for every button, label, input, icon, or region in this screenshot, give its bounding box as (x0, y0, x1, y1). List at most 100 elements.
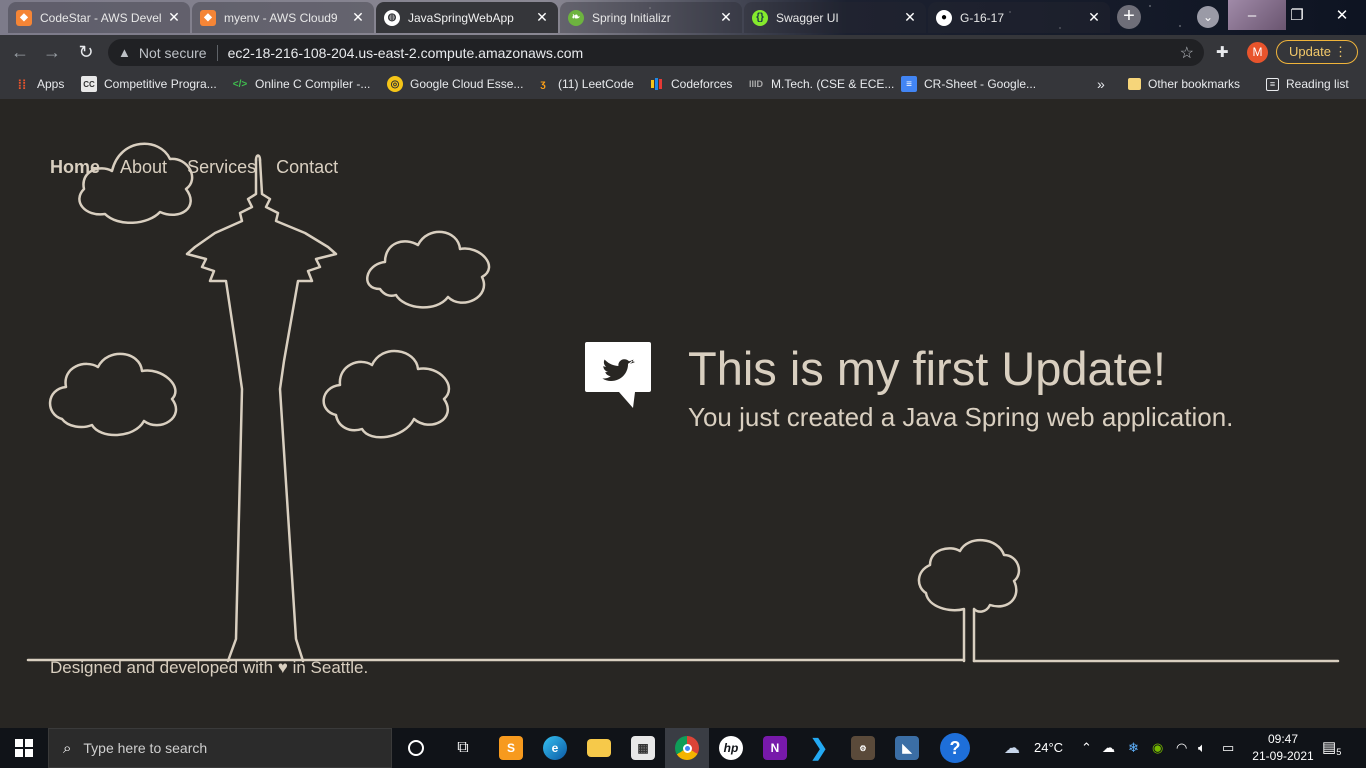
nav-services-link[interactable]: Services (187, 157, 256, 178)
game-app[interactable]: ⚙ (841, 728, 885, 768)
bookmark-apps[interactable]: ⁞⁞ Apps (14, 69, 65, 99)
hp-app[interactable]: hp (709, 728, 753, 768)
wifi-icon[interactable]: ◠ (1176, 740, 1187, 756)
bookmark-google-cloud[interactable]: ◎ Google Cloud Esse... (387, 69, 523, 99)
cc-icon: CC (81, 76, 97, 92)
close-icon[interactable]: ✕ (166, 9, 182, 26)
bookmark-codechef[interactable]: CC Competitive Progra... (81, 69, 217, 99)
twitter-bird-icon[interactable] (583, 340, 653, 410)
google-sheets-icon: ≡ (901, 76, 917, 92)
security-label[interactable]: Not secure (139, 45, 207, 61)
chrome-icon (675, 736, 699, 760)
reload-button[interactable]: ↻ (74, 40, 98, 64)
clock-time: 09:47 (1267, 732, 1299, 746)
chevron-up-icon[interactable]: ⌃ (1081, 740, 1092, 756)
bookmark-label: Codeforces (671, 77, 733, 91)
warning-triangle-icon[interactable]: ▲ (118, 45, 131, 60)
cloud-illustration (322, 349, 451, 439)
store-app[interactable]: ▦ (621, 728, 665, 768)
volume-icon[interactable]: 🔈︎ (1198, 740, 1206, 756)
update-button[interactable]: Update ⋮ (1276, 40, 1358, 64)
bookmark-star-icon[interactable]: ☆ (1180, 43, 1194, 63)
sublime-text-app[interactable]: S (489, 728, 533, 768)
search-placeholder: Type here to search (83, 740, 208, 756)
other-bookmarks[interactable]: Other bookmarks (1128, 69, 1240, 99)
help-app[interactable]: ? (933, 728, 977, 768)
vscode-icon: ❯ (809, 735, 829, 760)
start-button[interactable] (0, 728, 48, 768)
close-icon[interactable]: ✕ (534, 9, 550, 26)
vscode-app[interactable]: ❯ (797, 728, 841, 768)
nav-about-link[interactable]: About (120, 157, 167, 178)
bookmark-label: Reading list (1286, 77, 1349, 91)
tab-javaspringwebapp[interactable]: ◍ JavaSpringWebApp ✕ (376, 2, 558, 33)
tree-illustration (917, 538, 1021, 663)
tab-cloud9[interactable]: ◆ myenv - AWS Cloud9 ✕ (192, 2, 374, 33)
forward-button[interactable]: → (40, 40, 64, 64)
bookmark-leetcode[interactable]: ʒ (11) LeetCode (535, 69, 633, 99)
close-window-button[interactable]: ✕ (1320, 2, 1364, 30)
footer-text: Designed and developed with ♥ in Seattle… (50, 658, 369, 677)
spring-leaf-icon: ❧ (568, 9, 584, 26)
bookmark-label: CR-Sheet - Google... (924, 77, 1037, 91)
tab-label: JavaSpringWebApp (408, 10, 514, 25)
tab-codestar[interactable]: ◆ CodeStar - AWS Devel ✕ (8, 2, 190, 33)
url-text[interactable]: ec2-18-216-108-204.us-east-2.compute.ama… (228, 45, 584, 61)
minimize-button[interactable]: – (1230, 2, 1274, 30)
battery-icon[interactable]: ▭ (1222, 740, 1234, 756)
edge-app[interactable]: e (533, 728, 577, 768)
task-view-button[interactable]: ⧉ (441, 728, 485, 768)
cloud-illustration (48, 352, 178, 437)
reading-list[interactable]: ≡ Reading list (1266, 69, 1349, 99)
tab-strip: ◆ CodeStar - AWS Devel ✕ ◆ myenv - AWS C… (0, 0, 1366, 35)
profile-avatar[interactable]: M (1247, 42, 1268, 63)
weather-temperature[interactable]: 24°C (1034, 740, 1063, 755)
windows-taskbar: ⌕ Type here to search ⧉ S e ▦ hp N ❯ ⚙ ◣… (0, 728, 1366, 768)
bookmark-cr-sheet[interactable]: ≡ CR-Sheet - Google... (901, 69, 1036, 99)
cortana-button[interactable] (394, 728, 438, 768)
close-icon[interactable]: ✕ (350, 9, 366, 26)
windows-logo-icon (15, 739, 33, 757)
address-bar[interactable]: ▲ Not secure ec2-18-216-108-204.us-east-… (108, 39, 1204, 66)
file-explorer-app[interactable] (577, 728, 621, 768)
bookmark-label: M.Tech. (CSE & ECE... (771, 77, 895, 91)
bookmarks-overflow-button[interactable]: » (1097, 69, 1105, 99)
workbench-icon: ◣ (895, 736, 919, 760)
snowflake-icon[interactable]: ❄ (1128, 740, 1139, 756)
notification-center-icon[interactable]: ▤5 (1322, 738, 1346, 758)
web-page: Home About Services Contact This is my f… (0, 99, 1366, 728)
tab-swagger-ui[interactable]: {} Swagger UI ✕ (744, 2, 926, 33)
tab-github[interactable]: ● G-16-17 ✕ (928, 2, 1110, 33)
onedrive-cloud-icon[interactable]: ☁ (1102, 740, 1115, 756)
weather-cloud-icon[interactable]: ☁ (1004, 738, 1020, 758)
close-icon[interactable]: ✕ (902, 9, 918, 26)
nav-home-link[interactable]: Home (50, 157, 100, 178)
qwiklabs-icon: ◎ (387, 76, 403, 92)
bookmark-online-compiler[interactable]: </> Online C Compiler -... (232, 69, 371, 99)
store-bag-icon: ▦ (631, 736, 655, 760)
nvidia-icon[interactable]: ◉ (1152, 740, 1163, 756)
clock[interactable]: 09:47 21-09-2021 (1248, 731, 1318, 765)
help-icon: ? (940, 733, 970, 763)
tab-label: Swagger UI (776, 10, 839, 25)
bookmark-codeforces[interactable]: Codeforces (648, 69, 732, 99)
extensions-puzzle-icon[interactable]: ✚ (1216, 43, 1229, 61)
hp-icon: hp (719, 736, 743, 760)
onenote-app[interactable]: N (753, 728, 797, 768)
iiitd-icon: IIID (748, 79, 763, 89)
back-button[interactable]: ← (8, 40, 32, 64)
taskbar-search-input[interactable]: ⌕ Type here to search (48, 728, 392, 768)
close-icon[interactable]: ✕ (718, 9, 734, 26)
maximize-button[interactable]: ❐ (1275, 2, 1319, 30)
clock-date: 21-09-2021 (1252, 749, 1314, 763)
bookmark-mtech[interactable]: IIID M.Tech. (CSE & ECE... (748, 69, 894, 99)
search-icon: ⌕ (63, 739, 72, 757)
close-icon[interactable]: ✕ (1086, 9, 1102, 26)
new-tab-button[interactable]: + (1117, 5, 1141, 29)
tab-search-icon[interactable]: ⌄ (1197, 6, 1219, 28)
hero-subtitle: You just created a Java Spring web appli… (688, 402, 1234, 432)
mysql-workbench-app[interactable]: ◣ (885, 728, 929, 768)
chrome-app[interactable] (665, 728, 709, 768)
nav-contact-link[interactable]: Contact (276, 157, 338, 178)
tab-spring-initializr[interactable]: ❧ Spring Initializr ✕ (560, 2, 742, 33)
